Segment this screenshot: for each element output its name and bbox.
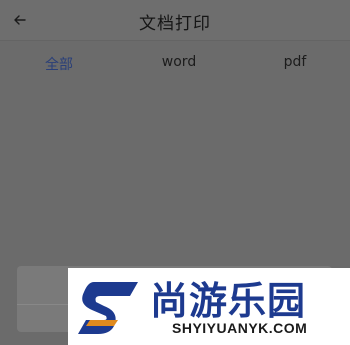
- tab-pdf[interactable]: pdf: [284, 54, 307, 70]
- site-watermark: 尚游乐园 SHYIYUANYK.COM: [68, 268, 350, 345]
- page-title: 文档打印: [139, 14, 211, 34]
- tab-word[interactable]: word: [162, 54, 196, 70]
- logo-icon: [74, 276, 144, 338]
- watermark-site: SHYIYUANYK.COM: [172, 320, 308, 336]
- app-header: 文档打印: [0, 0, 350, 41]
- document-list: [0, 85, 350, 265]
- tab-all[interactable]: 全部: [45, 54, 73, 74]
- watermark-brand: 尚游乐园: [150, 279, 307, 323]
- filter-tabs: 全部 word pdf: [0, 41, 350, 85]
